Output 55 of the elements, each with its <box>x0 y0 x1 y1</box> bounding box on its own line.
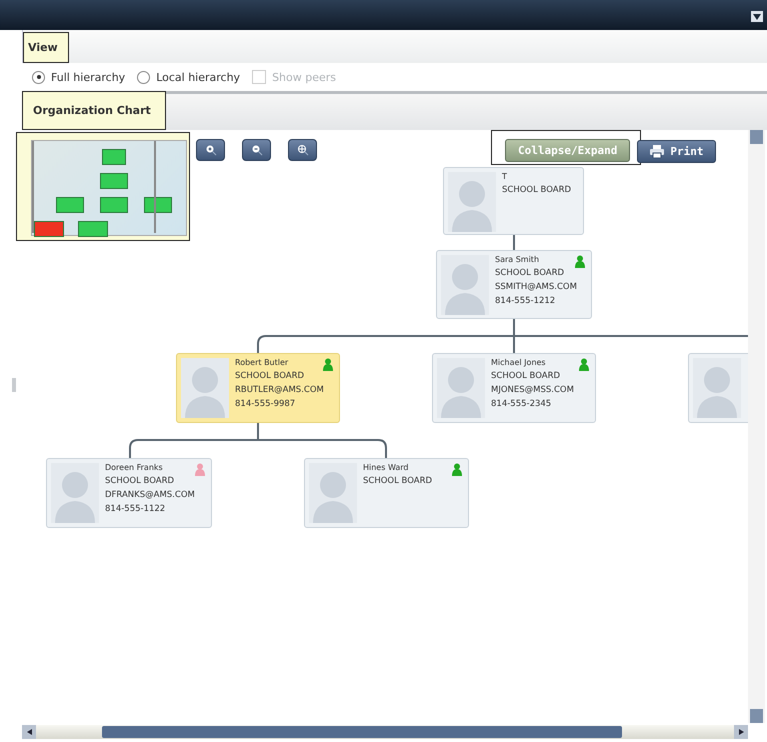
zoom-fit-button[interactable] <box>288 139 317 161</box>
department-text: SCHOOL BOARD <box>502 185 572 195</box>
person-name: Robert Butler <box>235 358 290 367</box>
zoom-out-icon <box>250 144 262 156</box>
person-name: Michael Jones <box>491 358 547 367</box>
person-card[interactable]: Doreen Franks SCHOOL BOARD DFRANKS@AMS.COM 814-555-1122 <box>46 458 212 528</box>
department-text: SCHOOL BOARD <box>495 268 566 278</box>
department-text: SCHOOL BOARD <box>105 476 176 486</box>
minimap-viewport[interactable] <box>32 141 156 233</box>
person-card[interactable]: Michael Jones SCHOOL BOARD MJONES@MSS.COM 814-555-2345 <box>432 353 596 423</box>
person-name: Sara Smith <box>495 255 540 264</box>
splitter-handle[interactable] <box>12 378 16 392</box>
person-name: Hines Ward <box>363 463 410 472</box>
avatar-icon <box>693 358 741 418</box>
phone-text: 814-555-1212 <box>495 296 556 306</box>
connector-line <box>513 235 515 250</box>
person-card[interactable]: Hines Ward SCHOOL BOARD <box>304 458 469 528</box>
print-button[interactable]: Print <box>637 140 716 163</box>
avatar-icon <box>309 463 357 523</box>
avatar-icon <box>181 358 229 418</box>
avatar-icon <box>437 358 485 418</box>
email-text: DFRANKS@AMS.COM <box>105 490 195 500</box>
avatar-icon <box>448 172 496 232</box>
phone-text: 814-555-1122 <box>105 504 166 514</box>
horizontal-scrollbar[interactable] <box>22 725 748 739</box>
radio-option[interactable]: Local hierarchy <box>137 70 240 84</box>
scroll-left-icon[interactable] <box>26 729 32 735</box>
radio-option[interactable]: Full hierarchy <box>32 70 126 84</box>
person-card[interactable]: Sara Smith SCHOOL BOARD SSMITH@AMS.COM 814-555-1212 <box>436 250 592 319</box>
zoom-in-button[interactable] <box>196 139 225 161</box>
email-text: RBUTLER@AMS.COM <box>235 385 324 395</box>
person-card[interactable]: T SCHOOL BOARD <box>443 167 584 235</box>
department-text: SCHOOL BOARD <box>235 371 306 381</box>
scroll-right-icon[interactable] <box>738 729 744 735</box>
caret-icon <box>753 14 761 20</box>
person-name: T <box>502 172 508 181</box>
zoom-in-icon <box>204 144 216 156</box>
section-title: View <box>23 32 69 63</box>
minimap[interactable] <box>16 132 190 241</box>
zoom-out-button[interactable] <box>242 139 271 161</box>
avatar-icon <box>441 255 489 315</box>
person-name: Doreen Franks <box>105 463 164 472</box>
phone-text: 814-555-9987 <box>235 399 296 409</box>
person-card[interactable]: Robert Butler SCHOOL BOARD RBUTLER@AMS.COM 814-555-9987 <box>176 353 340 423</box>
department-text: SCHOOL BOARD <box>491 371 562 381</box>
zoom-fit-icon <box>296 144 308 156</box>
avatar-icon <box>51 463 99 523</box>
department-text: SCHOOL BOARD <box>363 476 432 486</box>
email-text: SSMITH@AMS.COM <box>495 282 577 292</box>
phone-text: 814-555-2345 <box>491 399 552 409</box>
dropdown-button[interactable] <box>751 11 763 22</box>
vertical-scrollbar[interactable] <box>748 130 765 723</box>
printer-icon <box>650 145 664 158</box>
email-text: MJONES@MSS.COM <box>491 385 574 395</box>
section-title: Organization Chart <box>22 91 166 130</box>
